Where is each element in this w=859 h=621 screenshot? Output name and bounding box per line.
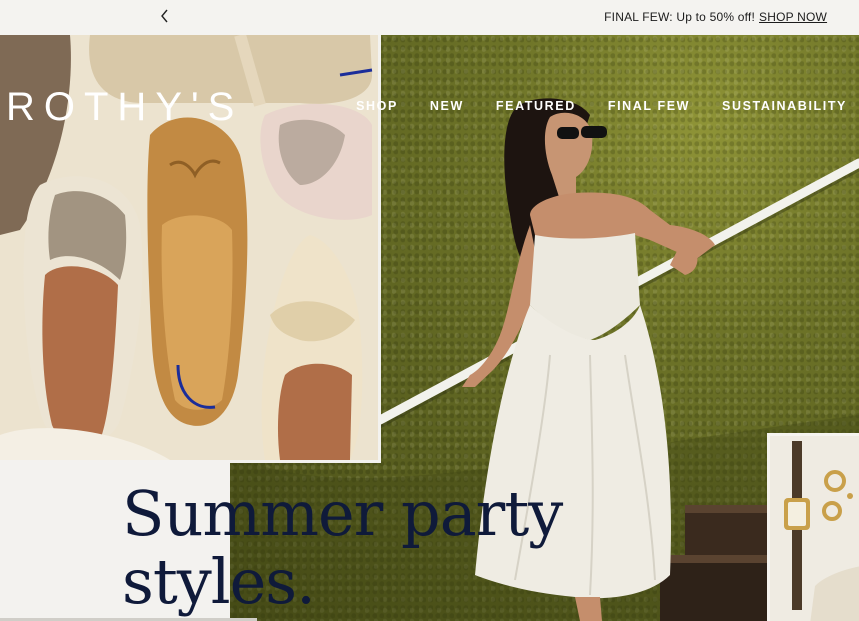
nav-item-featured[interactable]: FEATURED (496, 99, 576, 113)
hero-accessories-photo (767, 433, 859, 621)
nav-item-sustainability[interactable]: SUSTAINABILITY (722, 99, 847, 113)
announcement-bar: FINAL FEW: Up to 50% off! SHOP NOW (0, 0, 859, 35)
brand-logo[interactable]: ROTHY'S (6, 87, 243, 127)
announcement-message: FINAL FEW: Up to 50% off! SHOP NOW (604, 10, 827, 24)
chevron-left-icon[interactable] (158, 7, 172, 25)
nav-item-final-few[interactable]: FINAL FEW (608, 99, 690, 113)
announcement-text: FINAL FEW: Up to 50% off! (604, 10, 755, 24)
hero-headline-line-2: styles. (122, 545, 316, 618)
shop-now-link[interactable]: SHOP NOW (759, 10, 827, 24)
hero-section: ROTHY'S SHOP NEW FEATURED FINAL FEW SUST… (0, 35, 859, 621)
hero-headline: Summer party styles. (122, 477, 563, 618)
main-nav: SHOP NEW FEATURED FINAL FEW SUSTAINABILI… (324, 99, 847, 113)
nav-item-shop[interactable]: SHOP (356, 99, 398, 113)
nav-item-new[interactable]: NEW (430, 99, 464, 113)
hero-headline-line-1: Summer party (122, 477, 563, 550)
